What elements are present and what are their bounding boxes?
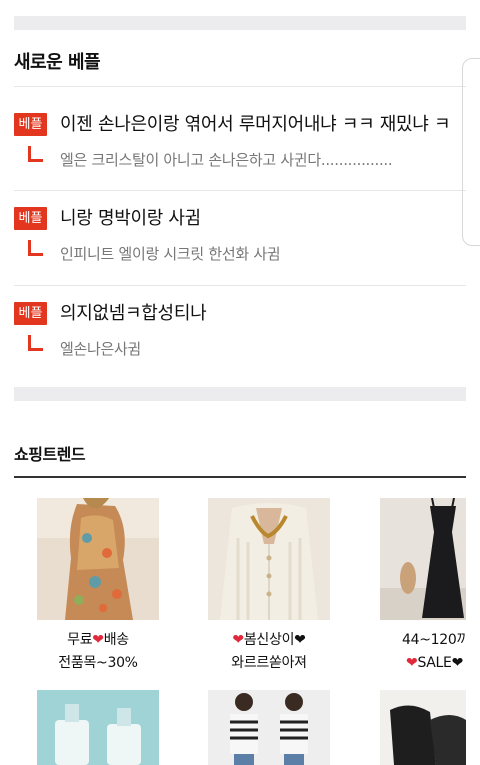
product-image-striped-sweater[interactable] — [208, 690, 330, 765]
product-text: 44~120끼 — [402, 632, 466, 648]
section-divider — [14, 387, 466, 401]
heart-icon: ❤ — [92, 632, 104, 648]
post-title: 니랑 명박이랑 사귐 — [60, 208, 201, 229]
heart-icon: ❤ — [406, 655, 418, 671]
product-text: SALE❤ — [417, 655, 464, 671]
best-tag-badge: 베플 — [14, 302, 47, 325]
reply-arrow-icon — [28, 146, 43, 162]
reply-text: 엘손나은사귐 — [60, 340, 142, 358]
post-title: 의지없넴ㅋ합성티나 — [60, 303, 207, 324]
product-label[interactable]: 44~120끼 ❤SALE❤ — [384, 629, 466, 675]
product-text: 봄신상이❤ — [243, 632, 306, 648]
product-text: 전품목~30% — [58, 655, 138, 671]
best-posts-title: 새로운 베플 — [14, 52, 101, 73]
divider — [14, 190, 466, 191]
section-underline — [14, 476, 466, 478]
best-tag-badge: 베플 — [14, 113, 47, 136]
product-text: 와르르쏟아져 — [231, 655, 307, 671]
product-image-black-dress[interactable] — [380, 498, 466, 620]
product-image-knit-cardigan[interactable] — [208, 498, 330, 620]
divider — [14, 285, 466, 286]
side-panel-frame — [462, 58, 480, 246]
reply-text: 인피니트 엘이랑 시크릿 한선화 사귐 — [60, 245, 281, 263]
post-title: 이젠 손나은이랑 엮어서 루머지어내냐 ㅋㅋ 재밌냐 ㅋ — [60, 114, 451, 135]
reply-text: 엘은 크리스탈이 아니고 손나은하고 사귄다................ — [60, 151, 393, 169]
product-image-floral-dress[interactable] — [37, 498, 159, 620]
product-label[interactable]: ❤봄신상이❤ 와르르쏟아져 — [194, 629, 344, 675]
product-image-black-shoes[interactable] — [380, 690, 466, 765]
reply-arrow-icon — [28, 240, 43, 256]
best-post-item[interactable]: 베플 니랑 명박이랑 사귐 인피니트 엘이랑 시크릿 한선화 사귐 — [14, 207, 466, 297]
best-post-item[interactable]: 베플 의지없넴ㅋ합성티나 엘손나은사귐 — [14, 302, 466, 392]
divider — [14, 86, 466, 87]
product-text: 배송 — [103, 632, 129, 648]
section-divider — [14, 16, 466, 30]
reply-arrow-icon — [28, 335, 43, 351]
product-text: 무료 — [67, 632, 93, 648]
heart-icon: ❤ — [232, 632, 244, 648]
shopping-trend-title: 쇼핑트렌드 — [14, 445, 86, 464]
product-label[interactable]: 무료❤배송 전품목~30% — [23, 629, 173, 675]
product-image-serum[interactable] — [37, 690, 159, 765]
best-tag-badge: 베플 — [14, 207, 47, 230]
